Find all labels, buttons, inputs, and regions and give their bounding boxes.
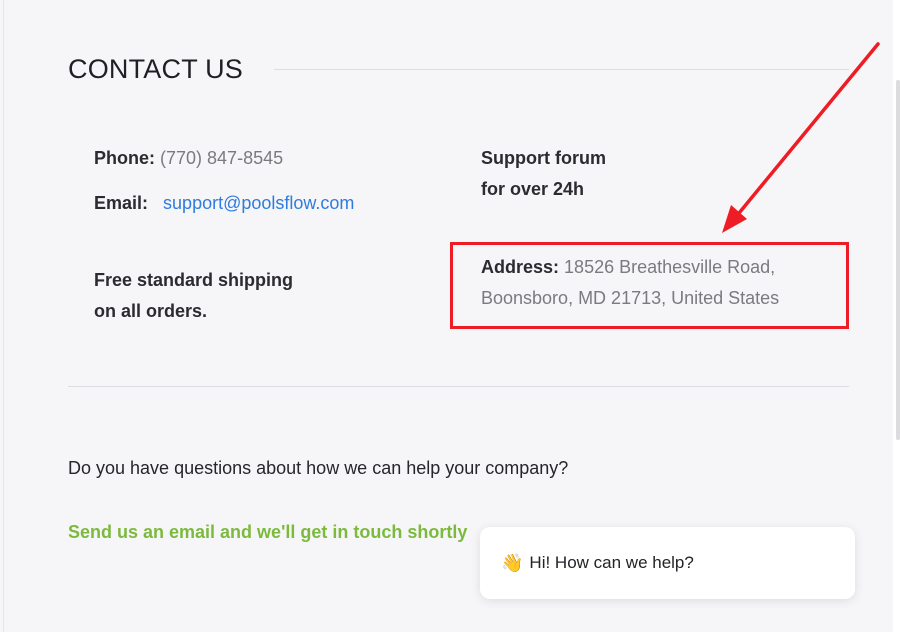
scrollbar-thumb[interactable]	[896, 80, 900, 440]
page-title: CONTACT US	[68, 54, 244, 84]
page: CONTACT US Phone: (770) 847-8545 Email: …	[0, 0, 900, 632]
support-line-2: for over 24h	[481, 179, 585, 199]
phone-label: Phone:	[94, 148, 155, 168]
shipping-line-1: Free standard shipping	[94, 270, 294, 290]
shipping-line-2: on all orders.	[94, 301, 208, 321]
send-email-link[interactable]: Send us an email and we'll get in touch …	[68, 517, 467, 548]
email-link[interactable]: support@poolsflow.com	[163, 193, 354, 213]
chat-message: Hi! How can we help?	[529, 553, 694, 572]
phone-value[interactable]: (770) 847-8545	[160, 148, 283, 168]
email-row: Email: support@poolsflow.com	[94, 188, 354, 219]
section-divider	[68, 386, 849, 387]
left-divider	[3, 0, 4, 632]
support-line-1: Support forum	[481, 148, 606, 168]
address-highlight-box	[450, 242, 849, 329]
title-underline	[274, 69, 849, 70]
email-label: Email:	[94, 193, 149, 213]
waving-hand-icon: 👋	[501, 552, 524, 573]
phone-row: Phone: (770) 847-8545	[94, 143, 283, 174]
chat-widget[interactable]: 👋 Hi! How can we help?	[480, 527, 855, 599]
help-question: Do you have questions about how we can h…	[68, 458, 569, 478]
